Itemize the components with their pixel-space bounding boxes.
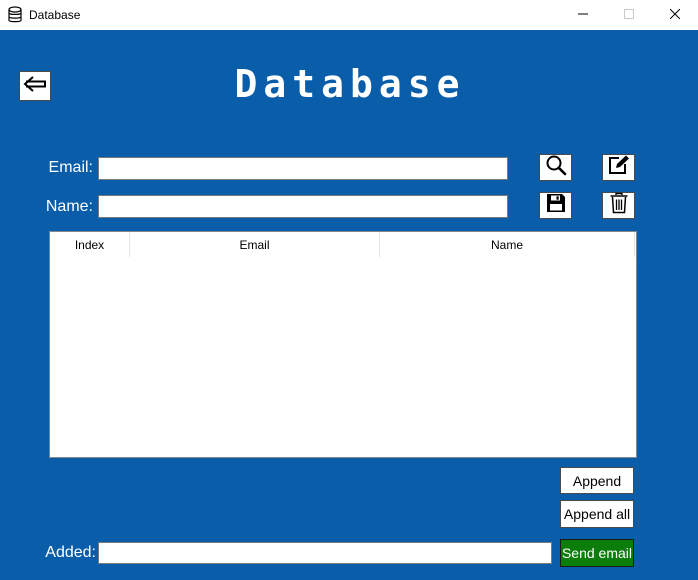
send-email-button[interactable]: Send email — [560, 539, 634, 567]
email-label: Email: — [48, 159, 93, 176]
column-header-index[interactable]: Index — [50, 232, 130, 257]
title-bar: Database — [0, 0, 698, 30]
save-icon — [545, 192, 567, 219]
search-icon — [545, 154, 567, 181]
name-field[interactable] — [98, 195, 508, 218]
name-label: Name: — [45, 198, 93, 215]
save-button[interactable] — [539, 192, 572, 219]
page-title: Database — [234, 62, 466, 106]
minimize-icon — [578, 6, 588, 24]
table-header: Index Email Name — [50, 232, 636, 257]
column-header-name[interactable]: Name — [380, 232, 635, 257]
append-button[interactable]: Append — [560, 467, 634, 494]
maximize-icon — [624, 6, 634, 24]
edit-icon — [607, 154, 631, 181]
close-button[interactable] — [652, 0, 698, 30]
added-label: Added: — [45, 544, 96, 561]
edit-button[interactable] — [602, 154, 635, 181]
back-button[interactable] — [19, 71, 51, 101]
append-all-button[interactable]: Append all — [560, 500, 634, 528]
added-field[interactable] — [98, 542, 552, 564]
main-panel: Database Email: Name: Index Email Name A… — [0, 30, 698, 580]
email-field[interactable] — [98, 157, 508, 180]
trash-icon — [608, 192, 630, 219]
column-header-email[interactable]: Email — [130, 232, 380, 257]
arrow-left-icon — [22, 74, 48, 99]
records-table[interactable]: Index Email Name — [49, 231, 637, 458]
minimize-button[interactable] — [560, 0, 606, 30]
window-title: Database — [29, 8, 81, 22]
delete-button[interactable] — [602, 192, 635, 219]
maximize-button[interactable] — [606, 0, 652, 30]
close-icon — [669, 6, 681, 24]
database-icon — [7, 6, 23, 24]
search-button[interactable] — [539, 154, 572, 181]
